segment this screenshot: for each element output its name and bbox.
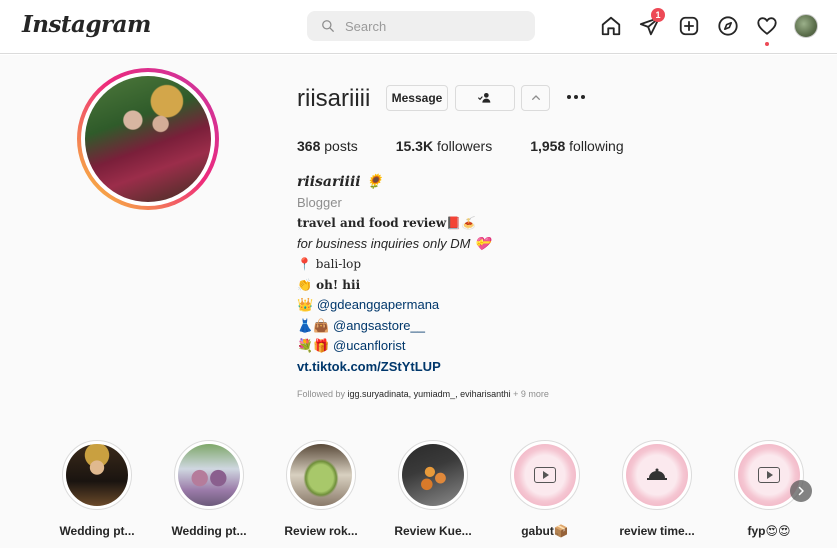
bio-line: 👏 oh! hii (297, 277, 361, 292)
home-button[interactable] (598, 13, 624, 39)
highlight-item[interactable]: Review Kue... (392, 440, 474, 538)
highlight-item[interactable]: gabut📦 (504, 440, 586, 538)
bio-line: 📍 bali-lop (297, 257, 362, 271)
following-stat[interactable]: 1,958 following (530, 138, 623, 154)
nav-icons: 1 (598, 8, 832, 46)
chevron-right-icon (798, 486, 804, 496)
compass-icon (718, 16, 738, 36)
profile-avatar-story-ring[interactable] (77, 68, 219, 210)
highlight-label: Review Kue... (394, 524, 472, 538)
highlight-label: fyp😍😍 (747, 524, 791, 538)
website-link[interactable]: vt.tiktok.com/ZStYtLUP (297, 359, 441, 374)
highlights-next-button[interactable] (790, 480, 812, 502)
bio-line: 👑 @gdeanggapermana (297, 297, 440, 312)
highlight-label: gabut📦 (521, 524, 569, 538)
profile-category: Blogger (297, 194, 342, 210)
highlight-cover (66, 444, 128, 506)
following-button[interactable] (455, 85, 515, 111)
highlight-cover (178, 444, 240, 506)
video-play-icon (758, 467, 780, 483)
highlight-item[interactable]: Wedding pt... (56, 440, 138, 538)
notification-badge: 1 (651, 8, 665, 22)
heart-icon (757, 17, 777, 35)
search-icon (322, 20, 334, 32)
person-check-icon (478, 93, 491, 103)
highlight-label: review time... (619, 524, 695, 538)
new-post-button[interactable] (676, 13, 702, 39)
more-options-button[interactable] (564, 86, 588, 108)
highlight-label: Review rok... (284, 524, 358, 538)
posts-stat: 368 posts (297, 138, 358, 154)
profile-username: riisariiii (297, 85, 371, 112)
dinner-plate-icon (647, 468, 667, 480)
profile-bio: riisariiii 🌻 Blogger travel and food rev… (297, 172, 490, 377)
explore-button[interactable] (715, 13, 741, 39)
followed-by[interactable]: Followed by igg.suryadinata, yumiadm_, e… (297, 389, 549, 399)
followers-stat[interactable]: 15.3K followers (396, 138, 493, 154)
mention-link[interactable]: @gdeanggapermana (317, 297, 439, 312)
highlight-item[interactable]: Review rok... (280, 440, 362, 538)
profile-button[interactable] (793, 13, 819, 39)
bio-line: 💐🎁 @ucanflorist (297, 338, 406, 353)
user-avatar (794, 14, 818, 38)
bio-line: 👗👜 @angsastore__ (297, 317, 425, 333)
highlight-cover (514, 444, 576, 506)
chevron-up-icon (531, 95, 540, 100)
bio-line: travel and food review📕🍝 (297, 216, 477, 230)
mention-link[interactable]: @ucanflorist (333, 338, 405, 353)
more-horizontal-icon (567, 95, 585, 99)
profile-stats: 368 posts 15.3K followers 1,958 followin… (297, 138, 662, 154)
direct-messages-button[interactable]: 1 (637, 8, 665, 39)
highlight-cover (626, 444, 688, 506)
video-play-icon (534, 467, 556, 483)
highlight-item[interactable]: Wedding pt... (168, 440, 250, 538)
home-icon (601, 16, 621, 36)
top-navbar: Instagram 1 (0, 0, 837, 54)
activity-button[interactable] (754, 13, 780, 46)
highlight-label: Wedding pt... (171, 524, 247, 538)
search-box[interactable] (307, 11, 535, 41)
activity-dot (765, 42, 769, 46)
bio-line: for business inquiries only DM 💝 (297, 235, 491, 251)
plus-square-icon (679, 16, 699, 36)
highlight-item[interactable]: review time... (616, 440, 698, 538)
suggested-accounts-button[interactable] (521, 85, 550, 111)
profile-avatar (85, 76, 211, 202)
message-button[interactable]: Message (386, 85, 448, 111)
highlight-cover (290, 444, 352, 506)
instagram-logo[interactable]: Instagram (22, 11, 151, 38)
highlight-label: Wedding pt... (59, 524, 135, 538)
highlight-cover (402, 444, 464, 506)
profile-display-name: riisariiii 🌻 (297, 174, 383, 190)
mention-link[interactable]: @angsastore__ (333, 318, 425, 333)
search-input[interactable] (345, 18, 515, 34)
